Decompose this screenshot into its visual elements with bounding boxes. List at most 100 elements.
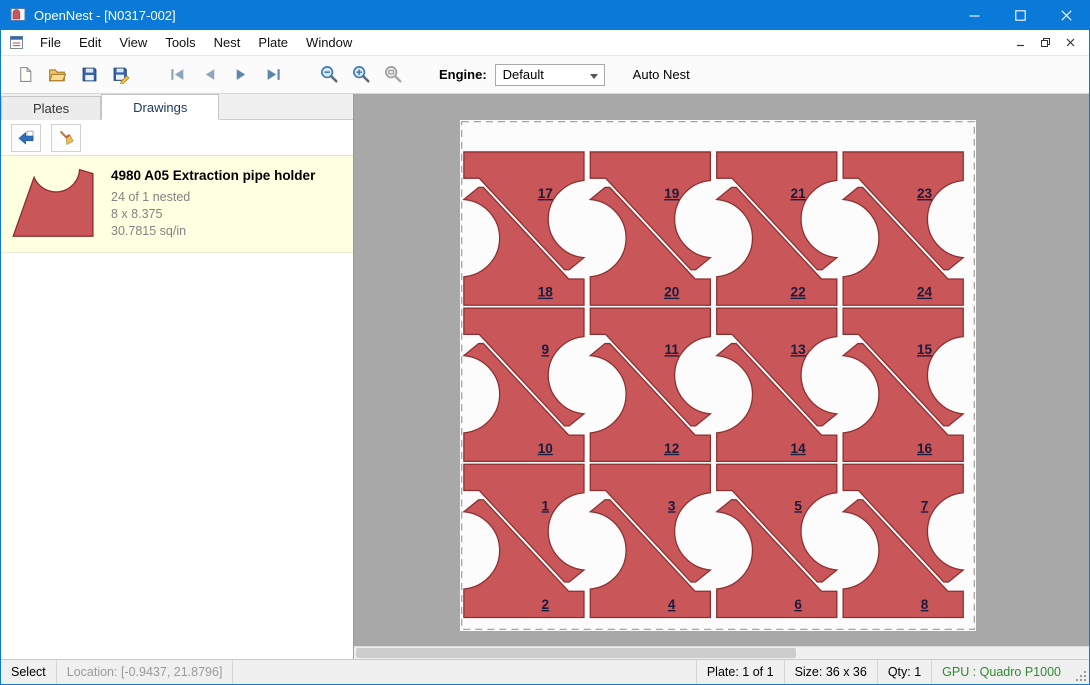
part-number: 10	[538, 441, 553, 456]
titlebar: OpenNest - [N0317-002]	[1, 0, 1089, 30]
save-icon	[81, 66, 98, 83]
part-number: 19	[664, 186, 680, 201]
save-as-button[interactable]	[105, 59, 137, 91]
drawing-title: 4980 A05 Extraction pipe holder	[111, 168, 315, 183]
part-number: 5	[794, 498, 802, 513]
sidebar: Plates Drawings	[1, 94, 354, 659]
main-area: Plates Drawings	[1, 94, 1089, 659]
menu-nest[interactable]: Nest	[205, 31, 250, 54]
part-number: 15	[917, 342, 933, 357]
zoom-in-button[interactable]	[345, 59, 377, 91]
drawings-list: 4980 A05 Extraction pipe holder 24 of 1 …	[1, 156, 353, 659]
save-button[interactable]	[73, 59, 105, 91]
first-icon	[169, 66, 186, 83]
mdi-close-button[interactable]	[1059, 33, 1081, 52]
resize-grip[interactable]	[1071, 660, 1089, 684]
chevron-down-icon	[590, 74, 598, 79]
menu-plate[interactable]: Plate	[249, 31, 297, 54]
window-maximize-button[interactable]	[997, 0, 1043, 30]
minimize-icon	[1016, 38, 1025, 47]
status-plate: Plate: 1 of 1	[696, 660, 784, 684]
part-number: 13	[791, 342, 807, 357]
part-number: 8	[921, 597, 929, 612]
main-toolbar: Engine: Default Auto Nest	[1, 56, 1089, 94]
part-number: 3	[668, 498, 676, 513]
part-number: 14	[791, 441, 807, 456]
part-number: 20	[664, 285, 679, 300]
drawing-list-item[interactable]: 4980 A05 Extraction pipe holder 24 of 1 …	[1, 156, 353, 253]
zoom-out-button[interactable]	[313, 59, 345, 91]
window-title: OpenNest - [N0317-002]	[34, 8, 176, 23]
zoom-fit-button[interactable]	[377, 59, 409, 91]
previous-icon	[201, 66, 218, 83]
maximize-icon	[1015, 10, 1026, 21]
status-mode: Select	[1, 660, 57, 684]
drawing-area: 30.7815 sq/in	[111, 223, 315, 240]
zoom-out-icon	[320, 65, 339, 84]
window-close-button[interactable]	[1043, 0, 1089, 30]
menubar: File Edit View Tools Nest Plate Window	[1, 30, 1089, 56]
menu-window[interactable]: Window	[297, 31, 361, 54]
menu-tools[interactable]: Tools	[156, 31, 204, 54]
part-number: 24	[917, 285, 933, 300]
part-number: 4	[668, 597, 676, 612]
tab-plates[interactable]: Plates	[1, 96, 101, 120]
sidebar-tabs: Plates Drawings	[1, 94, 353, 120]
app-window: OpenNest - [N0317-002] File Edit View To…	[0, 0, 1090, 685]
tab-drawings[interactable]: Drawings	[101, 94, 219, 120]
status-right: Plate: 1 of 1 Size: 36 x 36 Qty: 1 GPU :…	[696, 660, 1089, 684]
last-icon	[265, 66, 282, 83]
zoom-fit-icon	[384, 65, 403, 84]
part-thumbnail	[11, 166, 97, 240]
menu-file[interactable]: File	[31, 31, 70, 54]
load-drawings-button[interactable]	[11, 124, 41, 152]
part-number: 11	[665, 342, 680, 357]
next-plate-button[interactable]	[225, 59, 257, 91]
save-edit-icon	[112, 66, 130, 84]
zoom-in-icon	[352, 65, 371, 84]
previous-plate-button[interactable]	[193, 59, 225, 91]
new-button[interactable]	[9, 59, 41, 91]
status-gpu: GPU : Quadro P1000	[931, 660, 1071, 684]
statusbar: Select Location: [-0.9437, 21.8796] Plat…	[1, 659, 1089, 684]
mdi-restore-button[interactable]	[1034, 33, 1056, 52]
window-minimize-button[interactable]	[951, 0, 997, 30]
window-controls	[951, 0, 1089, 30]
blue-arrow-left-icon	[17, 129, 35, 147]
part-number: 12	[664, 441, 679, 456]
open-button[interactable]	[41, 59, 73, 91]
engine-label: Engine:	[439, 67, 487, 82]
horizontal-scrollbar[interactable]	[354, 646, 1089, 659]
status-size: Size: 36 x 36	[784, 660, 877, 684]
restore-icon	[1041, 38, 1050, 47]
first-plate-button[interactable]	[161, 59, 193, 91]
close-icon	[1066, 38, 1075, 47]
mdi-minimize-button[interactable]	[1009, 33, 1031, 52]
engine-value: Default	[503, 67, 544, 82]
nest-canvas[interactable]: 171819202122232491011121314151612345678	[354, 94, 1089, 659]
minimize-icon	[969, 10, 980, 21]
drawing-nested-count: 24 of 1 nested	[111, 189, 315, 206]
engine-select[interactable]: Default	[495, 64, 605, 86]
part-number: 23	[917, 186, 933, 201]
menu-edit[interactable]: Edit	[70, 31, 110, 54]
part-number: 21	[791, 186, 807, 201]
clear-drawings-button[interactable]	[51, 124, 81, 152]
part-number: 7	[921, 498, 929, 513]
menu-view[interactable]: View	[110, 31, 156, 54]
last-plate-button[interactable]	[257, 59, 289, 91]
part-number: 2	[541, 597, 549, 612]
part-number: 22	[791, 285, 806, 300]
part-number: 1	[541, 498, 549, 513]
grip-icon	[1074, 669, 1087, 682]
document-window-icon	[9, 35, 24, 50]
app-icon	[10, 7, 26, 23]
tab-plates-label: Plates	[33, 101, 69, 116]
auto-nest-button[interactable]: Auto Nest	[627, 63, 696, 86]
nest-view[interactable]: 171819202122232491011121314151612345678	[460, 120, 976, 631]
scrollbar-thumb[interactable]	[356, 648, 796, 658]
close-icon	[1061, 10, 1072, 21]
part-number: 6	[794, 597, 802, 612]
status-qty: Qty: 1	[877, 660, 931, 684]
part-number: 17	[538, 186, 553, 201]
